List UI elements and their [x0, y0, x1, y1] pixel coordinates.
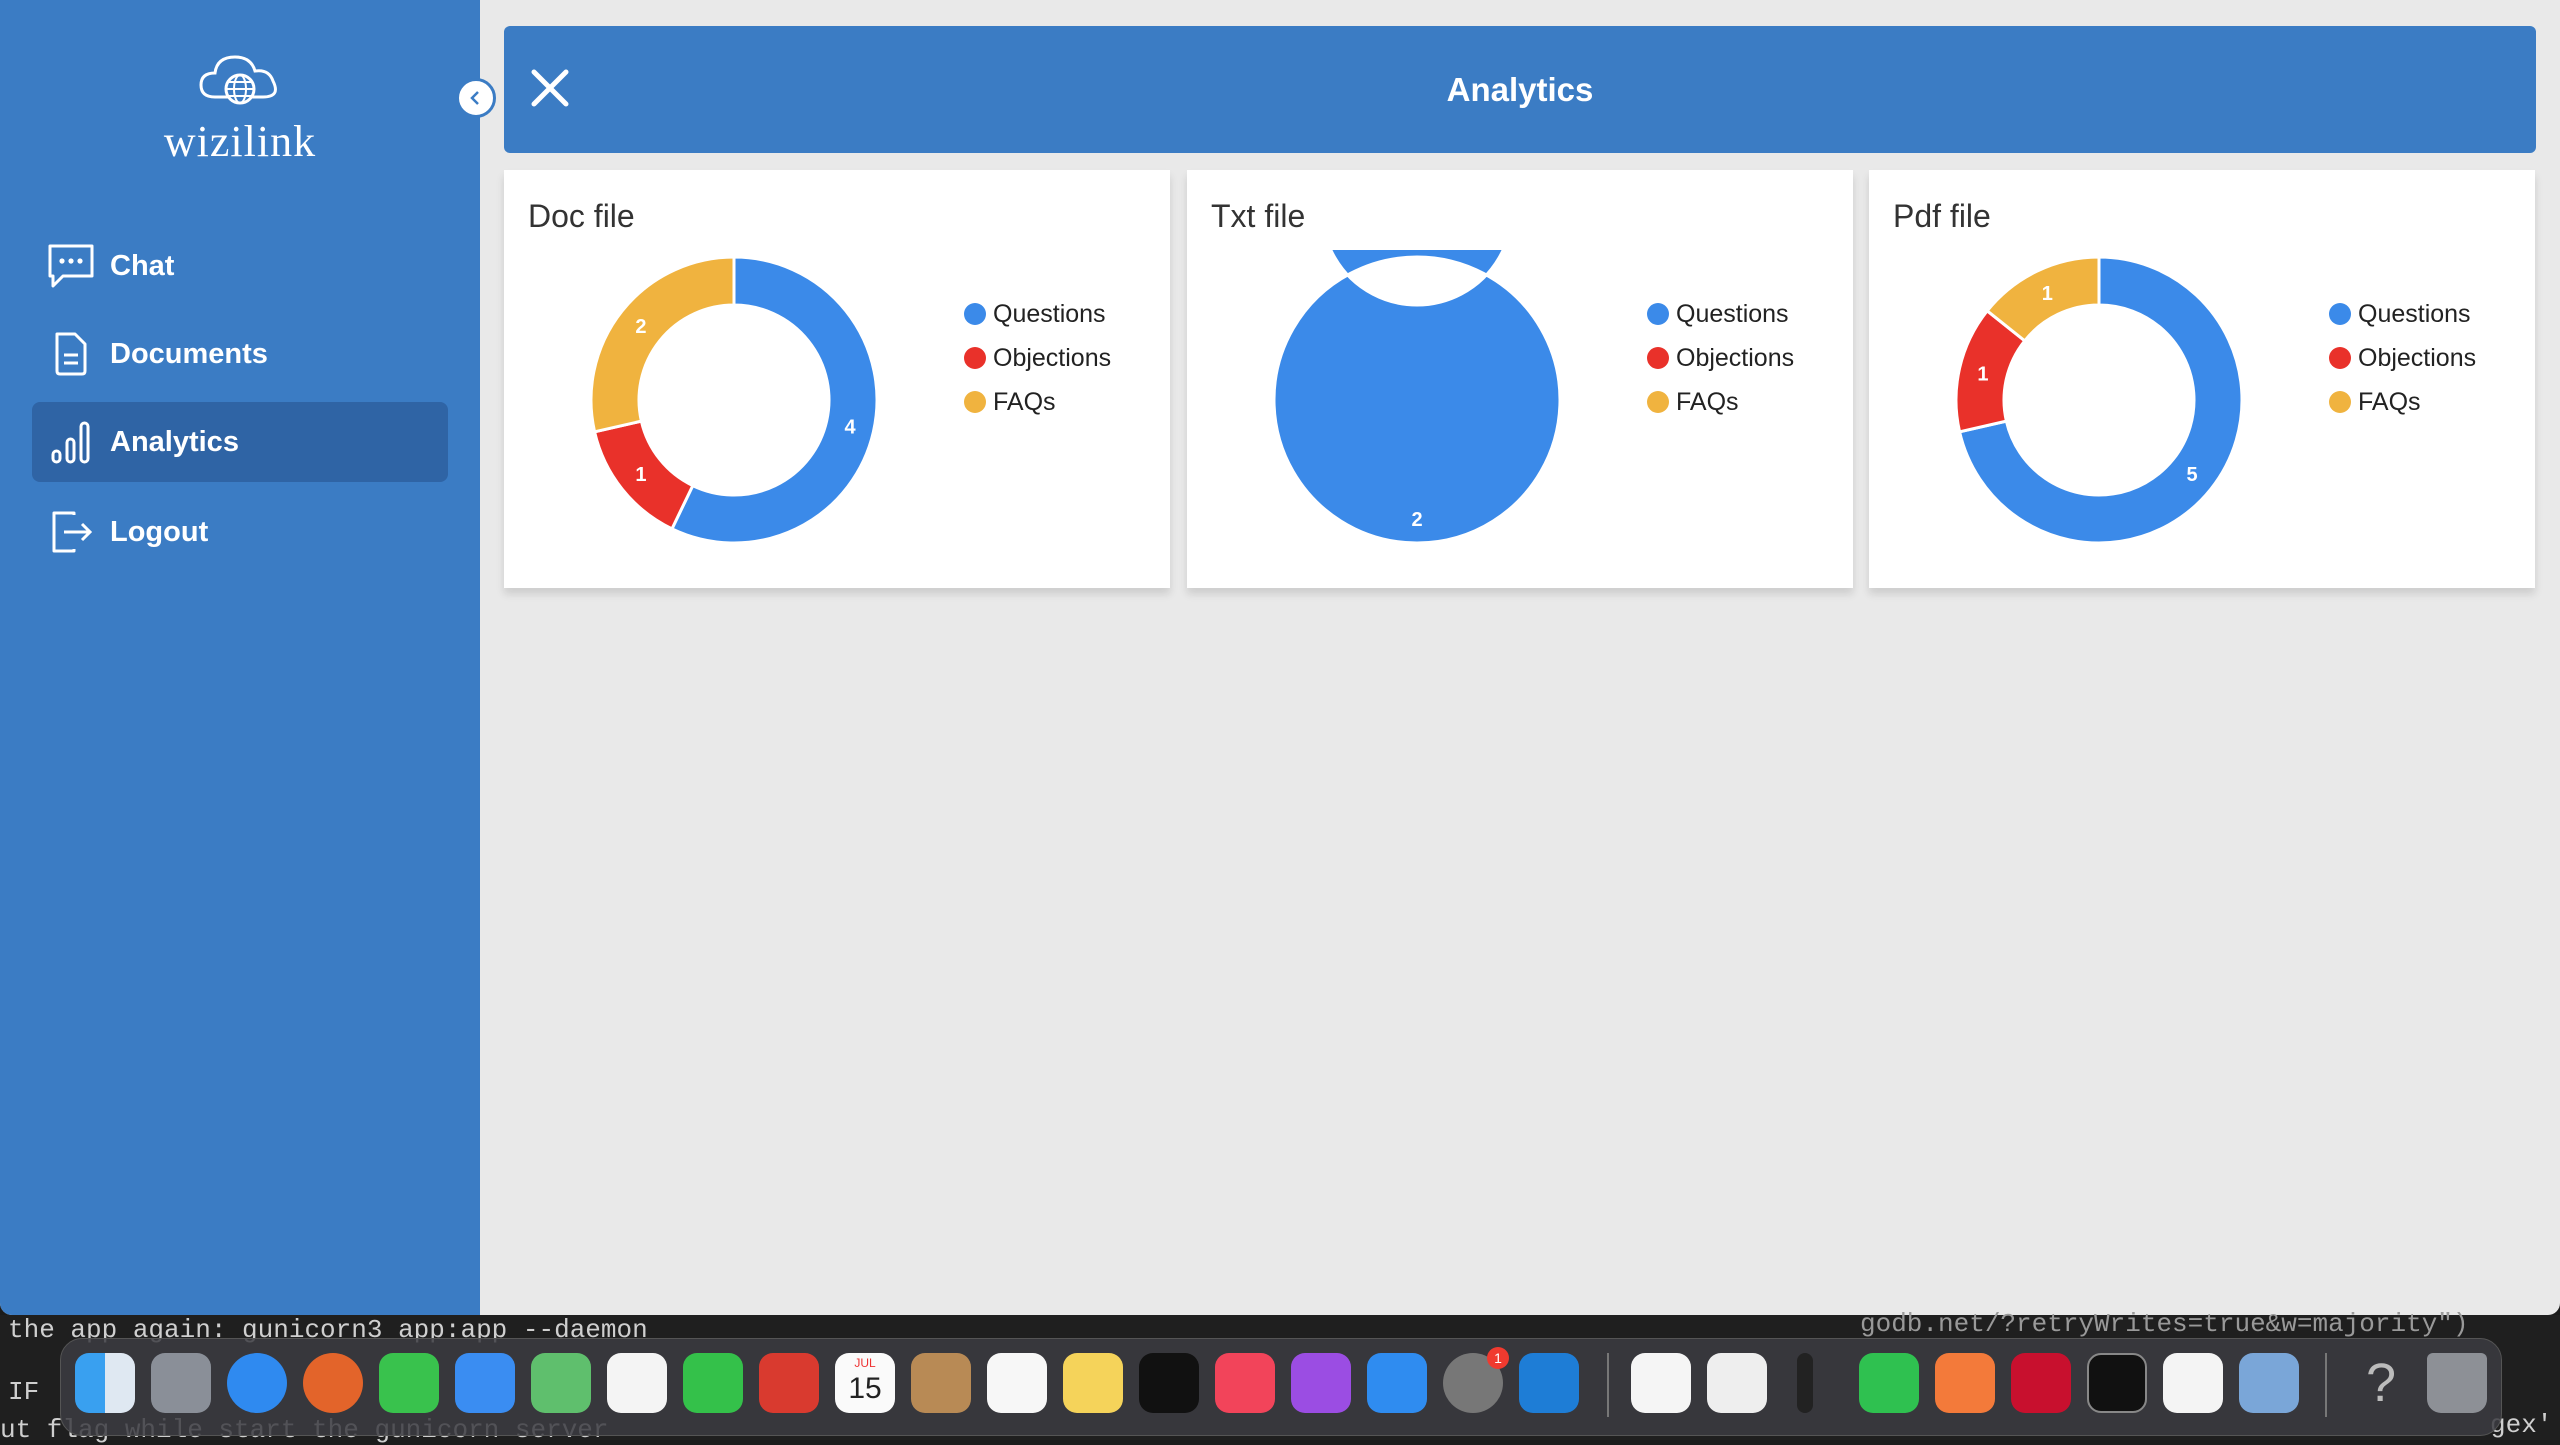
facetime-icon[interactable]: [683, 1353, 743, 1413]
page-header: Analytics: [504, 26, 2536, 153]
mongodb-compass-icon[interactable]: [2163, 1353, 2223, 1413]
data-label-objections: 1: [1977, 364, 1988, 386]
notes-icon[interactable]: [1063, 1353, 1123, 1413]
trash-icon[interactable]: [2427, 1353, 2487, 1413]
legend-item-faqs[interactable]: FAQs: [964, 380, 1111, 424]
sidebar-item-analytics[interactable]: Analytics: [32, 402, 448, 482]
sidebar-item-logout[interactable]: Logout: [32, 492, 448, 572]
sidebar-item-label: Analytics: [110, 425, 239, 458]
chart-legend: Questions Objections FAQs: [1647, 292, 1794, 424]
logout-icon: [46, 507, 96, 557]
chat-icon: [46, 241, 96, 291]
logo[interactable]: wizilink: [150, 45, 330, 167]
legend-item-faqs[interactable]: FAQs: [2329, 380, 2476, 424]
sidebar-item-label: Logout: [110, 515, 209, 548]
brand-name: wizilink: [163, 117, 317, 166]
chevron-left-icon: [470, 91, 479, 105]
firefox-icon[interactable]: [303, 1353, 363, 1413]
mail-icon[interactable]: [455, 1353, 515, 1413]
messages-icon[interactable]: [379, 1353, 439, 1413]
whatsapp-icon[interactable]: [1859, 1353, 1919, 1413]
reminders-icon[interactable]: [987, 1353, 1047, 1413]
contacts-icon[interactable]: [911, 1353, 971, 1413]
close-icon[interactable]: [520, 58, 580, 118]
help-icon[interactable]: ?: [2351, 1353, 2411, 1413]
donut-segment-questions[interactable]: [1272, 250, 1562, 545]
legend-item-objections[interactable]: Objections: [964, 336, 1111, 380]
app-store-icon[interactable]: [1367, 1353, 1427, 1413]
legend-item-faqs[interactable]: FAQs: [1647, 380, 1794, 424]
bar-chart-icon: [46, 417, 96, 467]
legend-item-questions[interactable]: Questions: [1647, 292, 1794, 336]
safari-icon[interactable]: [227, 1353, 287, 1413]
page-title: Analytics: [1446, 71, 1594, 108]
launchpad-icon[interactable]: [151, 1353, 211, 1413]
cloud-globe-icon: [199, 55, 277, 105]
sidebar: wizilink Chat Documents Analytics Logout: [0, 0, 480, 1315]
notification-badge: 1: [1487, 1347, 1509, 1369]
legend-item-objections[interactable]: Objections: [2329, 336, 2476, 380]
data-label-faqs: 2: [635, 316, 646, 338]
postman-icon[interactable]: [1935, 1353, 1995, 1413]
sidebar-item-label: Documents: [110, 337, 268, 370]
apple-tv-icon[interactable]: [1139, 1353, 1199, 1413]
photos-icon[interactable]: [607, 1353, 667, 1413]
donut-chart-doc: 4 1 2: [589, 255, 879, 545]
system-settings-icon[interactable]: 1: [1443, 1347, 1509, 1413]
legend-item-questions[interactable]: Questions: [2329, 292, 2476, 336]
chart-title: Txt file: [1211, 198, 1306, 234]
document-icon: [46, 329, 96, 379]
slack-icon[interactable]: [1631, 1353, 1691, 1413]
donut-chart-pdf: 5 1 1: [1954, 255, 2244, 545]
terminal-line: IF: [8, 1377, 40, 1407]
vscode-icon[interactable]: [1519, 1353, 1579, 1413]
chart-title: Pdf file: [1893, 198, 1991, 234]
sidebar-item-documents[interactable]: Documents: [32, 314, 448, 394]
filezilla-icon[interactable]: [2011, 1353, 2071, 1413]
chart-title: Doc file: [528, 198, 635, 234]
chart-card-doc: Doc file 4 1 2 Questions Objections FAQs: [504, 170, 1170, 588]
collapse-sidebar-button[interactable]: [456, 78, 496, 118]
sidebar-item-chat[interactable]: Chat: [32, 226, 448, 306]
photo-booth-icon[interactable]: [759, 1353, 819, 1413]
maps-icon[interactable]: [531, 1353, 591, 1413]
data-label-objections: 1: [635, 464, 646, 486]
chart-legend: Questions Objections FAQs: [2329, 292, 2476, 424]
data-label-questions: 4: [844, 416, 856, 438]
app-window: wizilink Chat Documents Analytics Logout: [0, 0, 2560, 1315]
music-icon[interactable]: [1215, 1353, 1275, 1413]
sidebar-item-label: Chat: [110, 249, 175, 282]
data-label-faqs: 1: [2042, 283, 2053, 305]
data-label-questions: 2: [1411, 509, 1422, 531]
donut-segment-faqs[interactable]: [589, 255, 736, 434]
dock: JUL 15 1 ?: [60, 1338, 2502, 1436]
preview-icon[interactable]: [2239, 1353, 2299, 1413]
podcasts-icon[interactable]: [1291, 1353, 1351, 1413]
calendar-icon[interactable]: JUL 15: [835, 1353, 895, 1413]
donut-chart-txt: 2: [1272, 250, 1562, 545]
finder-icon[interactable]: [75, 1353, 135, 1413]
terminal-line: godb.net/?retryWrites=true&w=majority"): [1860, 1309, 2469, 1339]
chart-card-txt: Txt file 2 Questions Objections FAQs: [1187, 170, 1853, 588]
chart-card-pdf: Pdf file 5 1 1 Questions Objections FAQs: [1869, 170, 2535, 588]
legend-item-questions[interactable]: Questions: [964, 292, 1111, 336]
audio-level-icon[interactable]: [1797, 1353, 1813, 1413]
textedit-icon[interactable]: [1707, 1353, 1767, 1413]
terminal-icon[interactable]: [2087, 1353, 2147, 1413]
chart-legend: Questions Objections FAQs: [964, 292, 1111, 424]
legend-item-objections[interactable]: Objections: [1647, 336, 1794, 380]
data-label-questions: 5: [2186, 464, 2197, 486]
